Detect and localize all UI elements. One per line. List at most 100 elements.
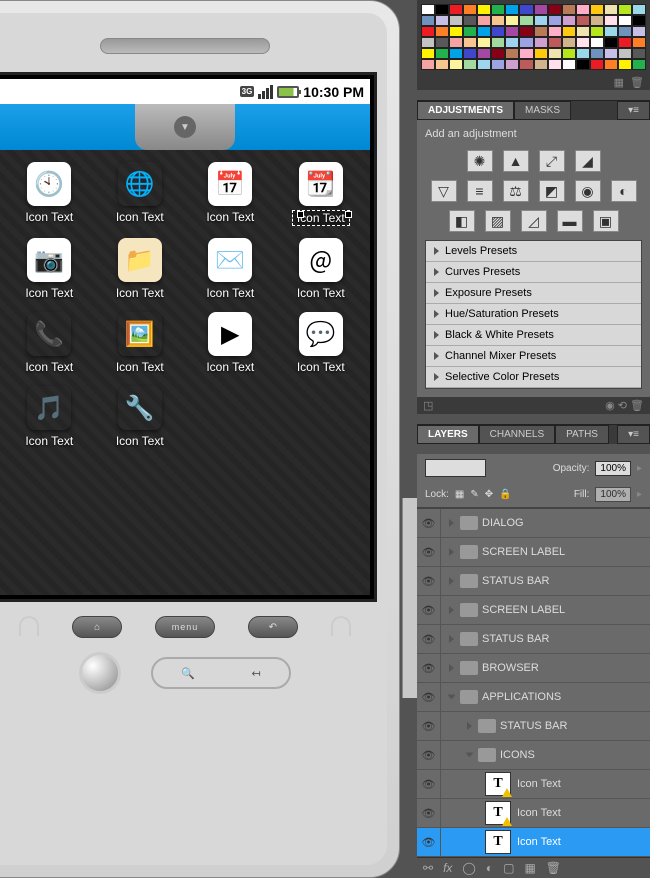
app-youtube[interactable]: ▶Icon Text (189, 312, 272, 374)
visibility-icon[interactable]: 👁 (417, 799, 441, 827)
lock-paint-icon[interactable]: ✎ (470, 489, 478, 500)
swatch[interactable] (421, 26, 435, 37)
swatch[interactable] (519, 37, 533, 48)
posterize-icon[interactable]: ▨ (485, 210, 511, 232)
visibility-icon[interactable]: 👁 (417, 770, 441, 798)
selective-color-icon[interactable]: ▣ (593, 210, 619, 232)
swatch[interactable] (590, 48, 604, 59)
swatch[interactable] (449, 59, 463, 70)
disclosure-triangle-icon[interactable] (449, 548, 454, 556)
swatch[interactable] (449, 48, 463, 59)
tab-layers[interactable]: LAYERS (417, 425, 479, 444)
swatch[interactable] (421, 59, 435, 70)
swatch[interactable] (491, 48, 505, 59)
swatch[interactable] (604, 26, 618, 37)
visibility-icon[interactable]: 👁 (417, 683, 441, 711)
levels-icon[interactable]: ▲ (503, 150, 529, 172)
swatch[interactable] (519, 48, 533, 59)
swatch[interactable] (618, 59, 632, 70)
layer-row[interactable]: 👁SCREEN LABEL (417, 596, 650, 625)
swatch[interactable] (421, 4, 435, 15)
swatch[interactable] (463, 37, 477, 48)
disclosure-triangle-icon[interactable] (449, 577, 454, 585)
swatch[interactable] (421, 15, 435, 26)
swatch[interactable] (590, 4, 604, 15)
swatch[interactable] (576, 15, 590, 26)
app-phone[interactable]: 📞Icon Text (8, 312, 91, 374)
swatch[interactable] (590, 15, 604, 26)
visibility-icon[interactable]: 👁 (417, 596, 441, 624)
curves-icon[interactable]: ⤢ (539, 150, 565, 172)
swatch[interactable] (618, 4, 632, 15)
swatches-panel[interactable] (417, 0, 650, 74)
swatch[interactable] (491, 15, 505, 26)
swatch[interactable] (548, 15, 562, 26)
fill-flyout-icon[interactable]: ▸ (637, 489, 642, 500)
swatch[interactable] (435, 37, 449, 48)
tab-paths[interactable]: PATHS (555, 425, 609, 444)
swatch[interactable] (435, 4, 449, 15)
app-calculator[interactable]: 📅Icon Text (189, 162, 272, 226)
tab-channels[interactable]: CHANNELS (479, 425, 555, 444)
swatch[interactable] (590, 59, 604, 70)
swatch[interactable] (534, 26, 548, 37)
visibility-icon[interactable]: 👁 (417, 625, 441, 653)
swatch[interactable] (435, 26, 449, 37)
swatch[interactable] (477, 59, 491, 70)
disclosure-triangle-icon[interactable] (449, 635, 454, 643)
app-email[interactable]: ✉️Icon Text (189, 238, 272, 300)
exposure-icon[interactable]: ◢ (575, 150, 601, 172)
visibility-icon[interactable]: 👁 (417, 654, 441, 682)
swatch[interactable] (477, 15, 491, 26)
swatch-delete-icon[interactable]: 🗑 (630, 76, 644, 88)
swatch[interactable] (463, 4, 477, 15)
visibility-icon[interactable]: 👁 (417, 741, 441, 769)
home-button[interactable]: ⌂ (72, 616, 122, 638)
layer-row[interactable]: 👁BROWSER (417, 654, 650, 683)
app-sms[interactable]: 💬Icon Text (280, 312, 363, 374)
swatch[interactable] (505, 59, 519, 70)
swatch[interactable] (576, 4, 590, 15)
swatch[interactable] (463, 59, 477, 70)
delete-layer-icon[interactable]: 🗑 (546, 861, 561, 875)
preset-row[interactable]: Channel Mixer Presets (426, 346, 641, 367)
swatch[interactable] (491, 4, 505, 15)
swatch[interactable] (632, 26, 646, 37)
swatch[interactable] (562, 26, 576, 37)
adj-delete-icon[interactable]: 🗑 (630, 400, 644, 412)
opacity-field[interactable]: 100% (595, 461, 631, 476)
blend-mode-select[interactable]: Normal (425, 459, 486, 477)
swatch[interactable] (519, 59, 533, 70)
swatch[interactable] (534, 37, 548, 48)
color-balance-icon[interactable]: ⚖ (503, 180, 529, 202)
swatch[interactable] (562, 59, 576, 70)
swatch[interactable] (604, 15, 618, 26)
tab-masks[interactable]: MASKS (514, 101, 571, 120)
lock-all-icon[interactable]: 🔒 (499, 489, 511, 500)
app-settings[interactable]: 🔧Icon Text (99, 386, 182, 448)
swatch[interactable] (491, 37, 505, 48)
visibility-icon[interactable]: 👁 (417, 567, 441, 595)
swatch[interactable] (632, 4, 646, 15)
swatch[interactable] (618, 48, 632, 59)
opacity-flyout-icon[interactable]: ▸ (637, 463, 642, 474)
swatch[interactable] (562, 48, 576, 59)
preset-row[interactable]: Levels Presets (426, 241, 641, 262)
swatch[interactable] (604, 59, 618, 70)
app-clock[interactable]: 🕙Icon Text (8, 162, 91, 226)
app-camera[interactable]: 📷Icon Text (8, 238, 91, 300)
app-gallery[interactable]: 🖼️Icon Text (99, 312, 182, 374)
lock-transparency-icon[interactable]: ▦ (455, 489, 464, 500)
app-contacts-at[interactable]: ＠Icon Text (280, 238, 363, 300)
swatch[interactable] (590, 26, 604, 37)
swatch[interactable] (604, 48, 618, 59)
vibrance-icon[interactable]: ▽ (431, 180, 457, 202)
swatch[interactable] (632, 59, 646, 70)
brightness-contrast-icon[interactable]: ✺ (467, 150, 493, 172)
swatch[interactable] (576, 48, 590, 59)
swatch[interactable] (505, 48, 519, 59)
swatch[interactable] (562, 4, 576, 15)
visibility-icon[interactable]: 👁 (417, 712, 441, 740)
swatch[interactable] (449, 4, 463, 15)
canvas[interactable]: 3G 10:30 PM ▼ 🕙Icon Text🌐Icon Text📅Icon … (0, 0, 417, 878)
